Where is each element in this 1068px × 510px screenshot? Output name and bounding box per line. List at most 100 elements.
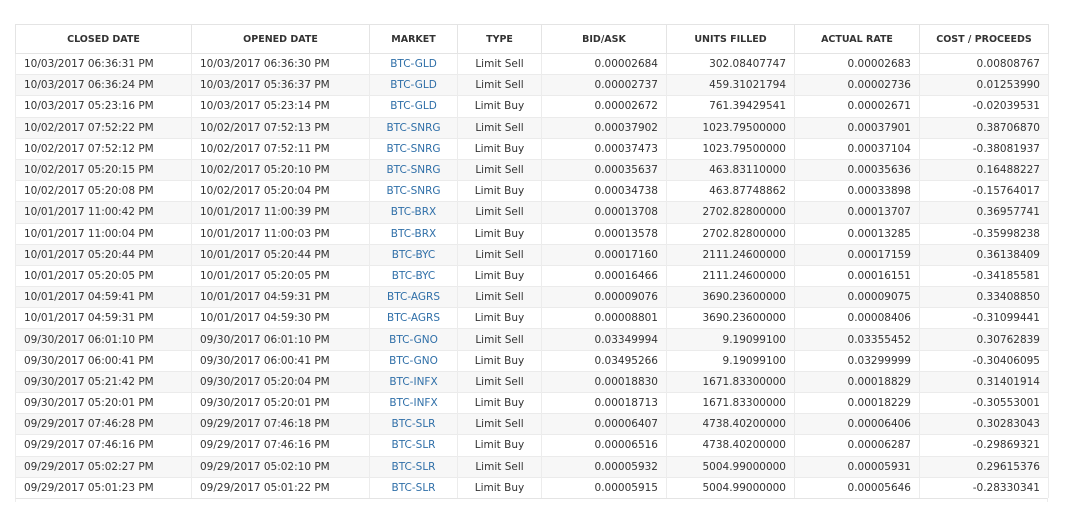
actual-rate-cell: 0.03355452 [794, 328, 920, 351]
market-link[interactable]: BTC-AGRS [387, 312, 440, 324]
column-header-actual-rate[interactable]: ACTUAL RATE [794, 24, 920, 54]
closed-date-cell: 09/29/2017 05:02:27 PM [15, 455, 192, 478]
bid-ask-cell: 0.00018713 [541, 391, 667, 414]
market-link[interactable]: BTC-INFX [389, 376, 437, 388]
cost-proceeds-cell: 0.30762839 [919, 328, 1049, 351]
actual-rate-cell: 0.00005931 [794, 455, 920, 478]
opened-date-cell: 09/30/2017 05:20:04 PM [191, 370, 370, 393]
column-header-bid-ask[interactable]: BID/ASK [541, 24, 667, 54]
cost-proceeds-cell: 0.31401914 [919, 370, 1049, 393]
market-cell: BTC-SLR [369, 476, 458, 499]
market-link[interactable]: BTC-SNRG [386, 122, 440, 134]
market-link[interactable]: BTC-GLD [390, 79, 437, 91]
table-row: 09/29/2017 07:46:16 PM 09/29/2017 07:46:1… [15, 434, 1049, 457]
market-link[interactable]: BTC-SLR [392, 461, 436, 473]
units-filled-cell: 9.19099100 [666, 349, 795, 372]
cost-proceeds-cell: -0.29869321 [919, 434, 1049, 457]
bid-ask-cell: 0.00017160 [541, 243, 667, 266]
market-cell: BTC-SNRG [369, 116, 458, 139]
market-link[interactable]: BTC-BYC [392, 249, 436, 261]
column-header-units-filled[interactable]: UNITS FILLED [666, 24, 795, 54]
actual-rate-cell: 0.00013707 [794, 201, 920, 223]
market-link[interactable]: BTC-SNRG [386, 185, 440, 197]
market-link[interactable]: BTC-SNRG [386, 164, 440, 176]
market-cell: BTC-SLR [369, 413, 458, 435]
market-cell: BTC-GLD [369, 52, 458, 75]
column-header-market[interactable]: MARKET [369, 24, 458, 54]
market-link[interactable]: BTC-SLR [392, 482, 436, 494]
type-cell: Limit Sell [457, 328, 542, 351]
opened-date-cell: 10/02/2017 07:52:13 PM [191, 116, 370, 139]
table-bottom-edge [15, 498, 1048, 503]
table-header-row: CLOSED DATE OPENED DATE MARKET TYPE BID/… [15, 24, 1049, 54]
column-header-closed-date[interactable]: CLOSED DATE [15, 24, 192, 54]
bid-ask-cell: 0.00005932 [541, 455, 667, 478]
closed-date-cell: 10/03/2017 06:36:24 PM [15, 74, 192, 96]
market-link[interactable]: BTC-BRX [391, 206, 436, 218]
bid-ask-cell: 0.00002672 [541, 95, 667, 118]
table-row: 10/01/2017 04:59:31 PM 10/01/2017 04:59:3… [15, 307, 1049, 329]
units-filled-cell: 5004.99000000 [666, 476, 795, 499]
type-cell: Limit Sell [457, 52, 542, 75]
opened-date-cell: 09/30/2017 06:00:41 PM [191, 349, 370, 372]
opened-date-cell: 09/29/2017 07:46:18 PM [191, 413, 370, 435]
bid-ask-cell: 0.00013708 [541, 201, 667, 223]
market-cell: BTC-SNRG [369, 158, 458, 181]
cost-proceeds-cell: 0.29615376 [919, 455, 1049, 478]
market-link[interactable]: BTC-INFX [389, 397, 437, 409]
column-header-cost-proceeds[interactable]: COST / PROCEEDS [919, 24, 1049, 54]
actual-rate-cell: 0.00002683 [794, 52, 920, 75]
type-cell: Limit Sell [457, 201, 542, 223]
actual-rate-cell: 0.00002736 [794, 74, 920, 96]
market-link[interactable]: BTC-BRX [391, 228, 436, 240]
units-filled-cell: 1023.79500000 [666, 137, 795, 160]
table-row: 09/30/2017 06:01:10 PM 09/30/2017 06:01:1… [15, 328, 1049, 351]
type-cell: Limit Sell [457, 243, 542, 266]
cost-proceeds-cell: 0.00808767 [919, 52, 1049, 75]
type-cell: Limit Buy [457, 349, 542, 372]
market-link[interactable]: BTC-GNO [389, 355, 438, 367]
units-filled-cell: 463.87748862 [666, 180, 795, 202]
table-row: 09/29/2017 05:02:27 PM 09/29/2017 05:02:1… [15, 455, 1049, 478]
opened-date-cell: 10/03/2017 05:36:37 PM [191, 74, 370, 96]
market-cell: BTC-GLD [369, 74, 458, 96]
closed-date-cell: 10/01/2017 04:59:41 PM [15, 286, 192, 308]
market-cell: BTC-AGRS [369, 307, 458, 329]
opened-date-cell: 09/30/2017 05:20:01 PM [191, 391, 370, 414]
opened-date-cell: 09/29/2017 07:46:16 PM [191, 434, 370, 457]
type-cell: Limit Buy [457, 264, 542, 287]
closed-date-cell: 10/03/2017 06:36:31 PM [15, 52, 192, 75]
market-link[interactable]: BTC-GLD [390, 100, 437, 112]
opened-date-cell: 09/30/2017 06:01:10 PM [191, 328, 370, 351]
units-filled-cell: 2111.24600000 [666, 264, 795, 287]
market-link[interactable]: BTC-GLD [390, 58, 437, 70]
table-row: 10/01/2017 05:20:44 PM 10/01/2017 05:20:4… [15, 243, 1049, 266]
market-link[interactable]: BTC-GNO [389, 334, 438, 346]
table-row: 10/03/2017 05:23:16 PM 10/03/2017 05:23:1… [15, 95, 1049, 118]
closed-date-cell: 10/02/2017 05:20:08 PM [15, 180, 192, 202]
closed-date-cell: 10/01/2017 05:20:44 PM [15, 243, 192, 266]
type-cell: Limit Sell [457, 74, 542, 96]
units-filled-cell: 1023.79500000 [666, 116, 795, 139]
actual-rate-cell: 0.00013285 [794, 222, 920, 245]
type-cell: Limit Buy [457, 307, 542, 329]
actual-rate-cell: 0.00006287 [794, 434, 920, 457]
market-cell: BTC-INFX [369, 391, 458, 414]
market-link[interactable]: BTC-BYC [392, 270, 436, 282]
market-link[interactable]: BTC-AGRS [387, 291, 440, 303]
type-cell: Limit Sell [457, 413, 542, 435]
opened-date-cell: 10/01/2017 04:59:31 PM [191, 286, 370, 308]
column-header-type[interactable]: TYPE [457, 24, 542, 54]
market-cell: BTC-BRX [369, 201, 458, 223]
bid-ask-cell: 0.00013578 [541, 222, 667, 245]
market-link[interactable]: BTC-SLR [392, 439, 436, 451]
type-cell: Limit Buy [457, 434, 542, 457]
opened-date-cell: 10/02/2017 05:20:10 PM [191, 158, 370, 181]
column-header-opened-date[interactable]: OPENED DATE [191, 24, 370, 54]
market-link[interactable]: BTC-SLR [392, 418, 436, 430]
units-filled-cell: 459.31021794 [666, 74, 795, 96]
type-cell: Limit Buy [457, 137, 542, 160]
cost-proceeds-cell: 0.30283043 [919, 413, 1049, 435]
closed-date-cell: 10/01/2017 11:00:42 PM [15, 201, 192, 223]
market-link[interactable]: BTC-SNRG [386, 143, 440, 155]
